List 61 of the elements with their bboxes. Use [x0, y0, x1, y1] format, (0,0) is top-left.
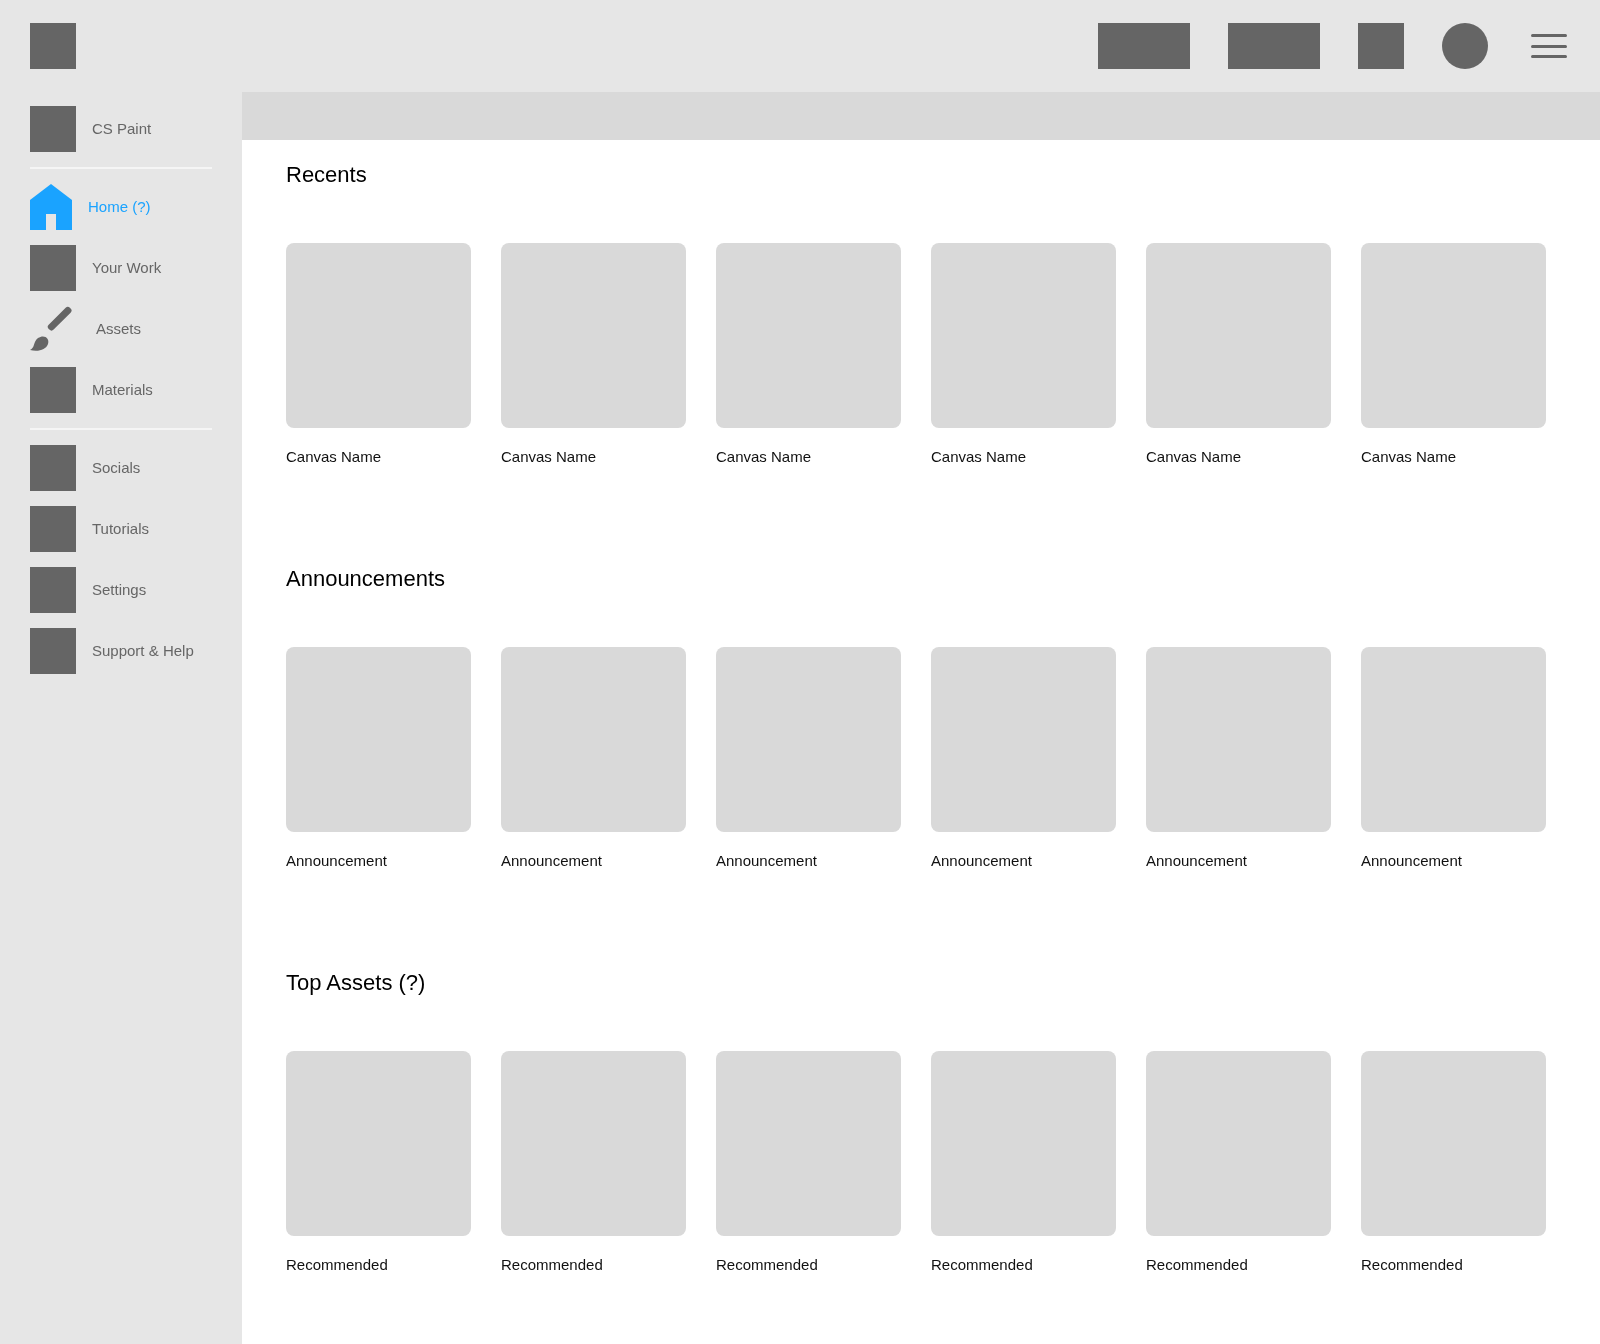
placeholder-icon [30, 567, 76, 613]
sidebar-item[interactable]: Settings [30, 567, 212, 613]
card-label: Announcement [716, 851, 817, 871]
card-label: Recommended [1146, 1255, 1248, 1275]
card-label: Recommended [716, 1255, 818, 1275]
header-button[interactable] [1228, 23, 1320, 69]
home-icon [30, 184, 72, 230]
section-title: Announcements [286, 565, 445, 593]
header-button[interactable] [1098, 23, 1190, 69]
card-label: Canvas Name [931, 447, 1027, 467]
card-label: Canvas Name [1361, 447, 1457, 467]
thumbnail-placeholder[interactable] [286, 243, 471, 428]
section-title: Top Assets (?) [286, 969, 426, 997]
thumbnail-placeholder[interactable] [931, 1051, 1116, 1236]
placeholder-icon [30, 628, 76, 674]
menu-icon[interactable] [1531, 34, 1567, 58]
placeholder-icon [30, 245, 76, 291]
thumbnail-placeholder[interactable] [501, 647, 686, 832]
thumbnail-placeholder[interactable] [716, 1051, 901, 1236]
thumbnail-placeholder[interactable] [286, 1051, 471, 1236]
sidebar-item[interactable]: Your Work [30, 245, 212, 291]
thumbnail-placeholder[interactable] [1146, 243, 1331, 428]
thumbnail-placeholder[interactable] [931, 243, 1116, 428]
avatar[interactable] [1442, 23, 1488, 69]
placeholder-icon [30, 445, 76, 491]
thumbnail-placeholder[interactable] [716, 243, 901, 428]
placeholder-icon [30, 506, 76, 552]
card-label: Recommended [286, 1255, 388, 1275]
card-label: Canvas Name [716, 447, 812, 467]
card-label: Announcement [1361, 851, 1462, 871]
card-label: Recommended [931, 1255, 1033, 1275]
app-name: CS Paint [92, 118, 152, 139]
card-label: Canvas Name [1146, 447, 1242, 467]
thumbnail-placeholder[interactable] [1146, 1051, 1331, 1236]
card-label: Canvas Name [286, 447, 382, 467]
sidebar-item[interactable]: Assets [30, 306, 212, 352]
sidebar-item[interactable]: Materials [30, 367, 212, 413]
section-title: Recents [286, 161, 367, 189]
thumbnail-placeholder[interactable] [1361, 1051, 1546, 1236]
card-label: Announcement [931, 851, 1032, 871]
card-label: Announcement [286, 851, 387, 871]
header-button[interactable] [1358, 23, 1404, 69]
thumbnail-placeholder[interactable] [931, 647, 1116, 832]
card-label: Recommended [501, 1255, 603, 1275]
sidebar-item[interactable]: Support & Help [30, 628, 212, 674]
thumbnail-placeholder[interactable] [501, 243, 686, 428]
card-label: Announcement [501, 851, 602, 871]
thumbnail-placeholder[interactable] [1361, 243, 1546, 428]
sidebar-item[interactable]: Tutorials [30, 506, 212, 552]
placeholder-icon [30, 367, 76, 413]
thumbnail-placeholder[interactable] [1361, 647, 1546, 832]
thumbnail-placeholder[interactable] [716, 647, 901, 832]
thumbnail-placeholder[interactable] [286, 647, 471, 832]
thumbnail-placeholder[interactable] [1146, 647, 1331, 832]
card-label: Recommended [1361, 1255, 1463, 1275]
sidebar-item[interactable]: Socials [30, 445, 212, 491]
thumbnail-placeholder[interactable] [501, 1051, 686, 1236]
card-label: Announcement [1146, 851, 1247, 871]
logo-placeholder [30, 23, 76, 69]
app-icon [30, 106, 76, 152]
card-label: Canvas Name [501, 447, 597, 467]
